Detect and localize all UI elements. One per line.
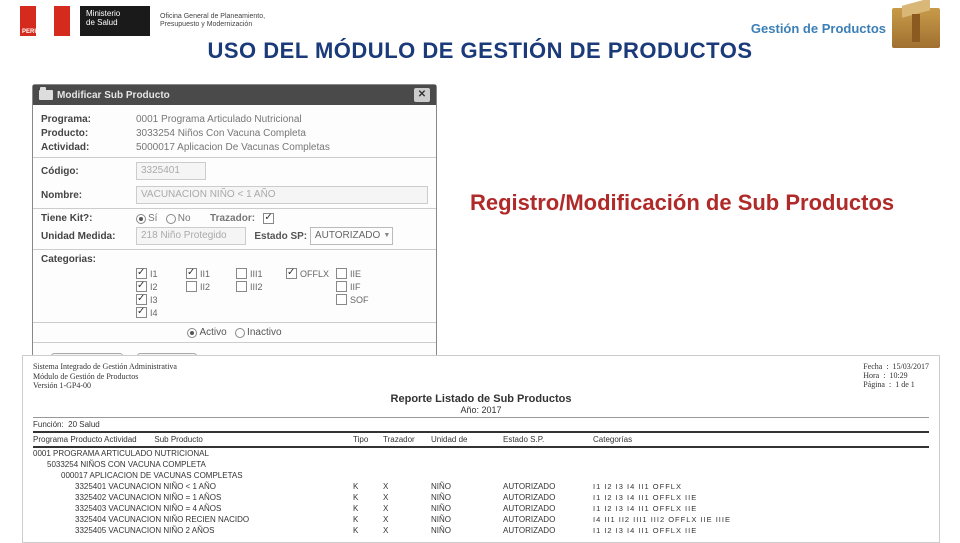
office-label: Oficina General de Planeamiento, Presupu…: [160, 13, 265, 30]
gestion-text: Gestión de Productos: [751, 21, 886, 36]
value-producto: 3033254 Niños Con Vacuna Completa: [136, 128, 428, 139]
report-rows: 0001 PROGRAMA ARTICULADO NUTRICIONAL5033…: [33, 448, 929, 536]
nombre-input[interactable]: VACUNACION NIÑO < 1 AÑO: [136, 186, 428, 204]
label-producto: Producto:: [41, 128, 136, 139]
dialog-body: Programa:0001 Programa Articulado Nutric…: [33, 105, 436, 383]
label-programa: Programa:: [41, 114, 136, 125]
report-row: 3325401 VACUNACION NIÑO < 1 AÑOKXNIÑOAUT…: [33, 481, 929, 492]
report-row: 0001 PROGRAMA ARTICULADO NUTRICIONAL: [33, 448, 929, 459]
label-trazador: Trazador:: [210, 213, 255, 224]
cat-ii1[interactable]: [186, 268, 197, 279]
dialog-title: Modificar Sub Producto: [57, 90, 170, 101]
radio-activo[interactable]: [187, 328, 197, 338]
report-row: 3325405 VACUNACION NIÑO 2 AÑOSKXNIÑOAUTO…: [33, 525, 929, 536]
unidad-medida-input[interactable]: 218 Niño Protegido: [136, 227, 246, 245]
estado-sp-select[interactable]: AUTORIZADO: [310, 227, 393, 245]
cat-iif[interactable]: [336, 281, 347, 292]
radio-no[interactable]: [166, 214, 176, 224]
cat-iie[interactable]: [336, 268, 347, 279]
label-unidad-medida: Unidad Medida:: [41, 231, 136, 242]
label-codigo: Código:: [41, 166, 136, 177]
funcion-label: Función:: [33, 420, 64, 429]
report-title: Reporte Listado de Sub Productos: [33, 393, 929, 405]
value-programa: 0001 Programa Articulado Nutricional: [136, 114, 428, 125]
cat-iii1[interactable]: [236, 268, 247, 279]
codigo-input[interactable]: 3325401: [136, 162, 206, 180]
package-box-icon: [892, 8, 940, 48]
folder-icon: [39, 90, 53, 100]
radio-si[interactable]: [136, 214, 146, 224]
cat-i1[interactable]: [136, 268, 147, 279]
label-nombre: Nombre:: [41, 190, 136, 201]
report-panel: Sistema Integrado de Gestión Administrat…: [22, 355, 940, 543]
funcion-value: 20 Salud: [68, 420, 100, 429]
label-categorias: Categorias:: [41, 254, 136, 265]
value-actividad: 5000017 Aplicacion De Vacunas Completas: [136, 142, 428, 153]
cat-i4[interactable]: [136, 307, 147, 318]
cat-sof[interactable]: [336, 294, 347, 305]
minsa-line2: de Salud: [86, 19, 144, 28]
cat-offlx[interactable]: [286, 268, 297, 279]
radio-inactivo[interactable]: [235, 328, 245, 338]
cat-i3[interactable]: [136, 294, 147, 305]
dialog-titlebar[interactable]: Modificar Sub Producto ✕: [33, 85, 436, 105]
peru-logo: PERÚ: [20, 6, 70, 36]
estado-radio-group: Activo Inactivo: [187, 327, 281, 338]
label-actividad: Actividad:: [41, 142, 136, 153]
categories-grid: I1 II1 III1 OFFLX IIE I2 II2 III2 IIF I3…: [136, 268, 428, 318]
cat-ii2[interactable]: [186, 281, 197, 292]
report-row: 5033254 NIÑOS CON VACUNA COMPLETA: [33, 459, 929, 470]
cat-i2[interactable]: [136, 281, 147, 292]
report-meta: Fecha:15/03/2017 Hora:10:29 Página:1 de …: [863, 362, 929, 391]
modify-subproduct-dialog: Modificar Sub Producto ✕ Programa:0001 P…: [32, 84, 437, 384]
report-row: 3325404 VACUNACION NIÑO RECIEN NACIDOKXN…: [33, 514, 929, 525]
label-estado-sp: Estado SP:: [254, 231, 307, 242]
label-tiene-kit: Tiene Kit?:: [41, 213, 136, 224]
cat-iii2[interactable]: [236, 281, 247, 292]
minsa-logo: Ministerio de Salud: [80, 6, 150, 36]
trazador-checkbox[interactable]: [263, 213, 274, 224]
close-icon[interactable]: ✕: [414, 88, 430, 102]
report-column-headers: Programa Producto Actividad Sub Producto…: [33, 431, 929, 448]
report-subtitle: Año: 2017: [33, 405, 929, 415]
gestion-productos-badge: Gestión de Productos: [751, 8, 940, 48]
side-heading: Registro/Modificación de Sub Productos: [470, 190, 894, 216]
peru-label: PERÚ: [22, 29, 39, 35]
report-row: 3325402 VACUNACION NIÑO = 1 AÑOSKXNIÑOAU…: [33, 492, 929, 503]
kit-radio-group: Sí No Trazador:: [136, 213, 428, 224]
report-row: 000017 APLICACION DE VACUNAS COMPLETAS: [33, 470, 929, 481]
report-sysinfo: Sistema Integrado de Gestión Administrat…: [33, 362, 177, 391]
report-row: 3325403 VACUNACION NIÑO = 4 AÑOSKXNIÑOAU…: [33, 503, 929, 514]
